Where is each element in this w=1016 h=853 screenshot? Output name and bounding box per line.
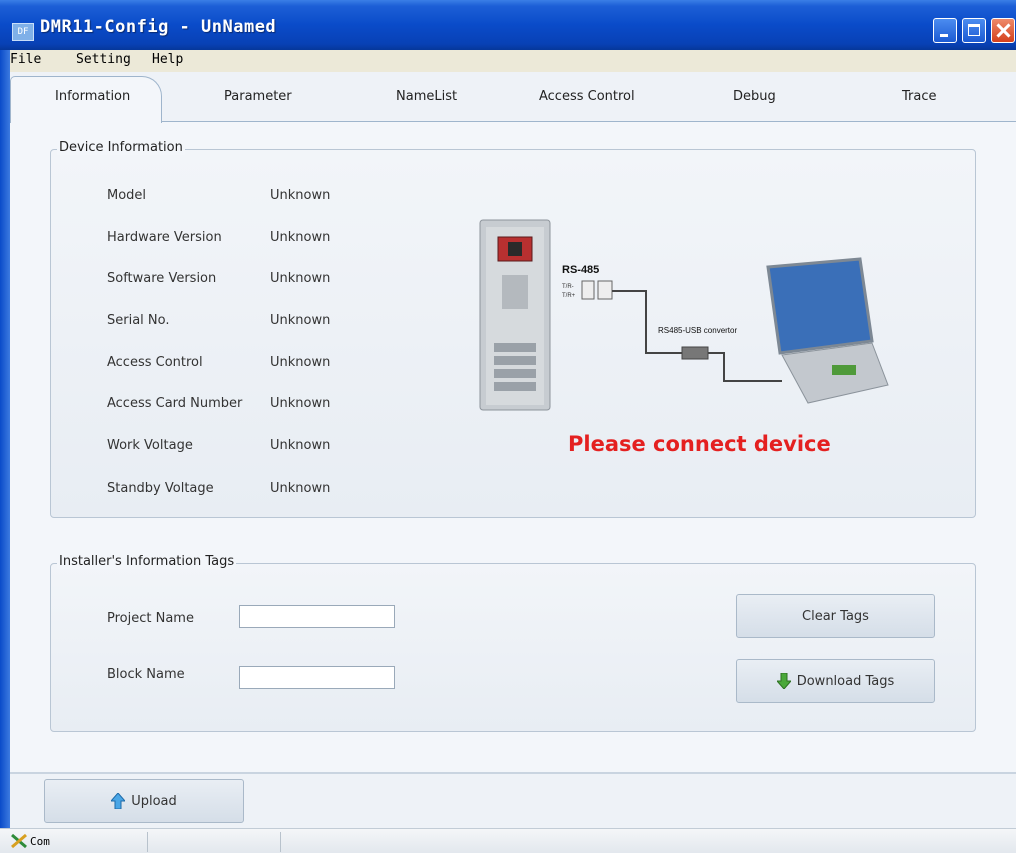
model-label: Model [107,188,147,203]
clear-tags-button[interactable]: Clear Tags [736,594,935,638]
tab-trace[interactable]: Trace [902,89,937,104]
hardware-version-value: Unknown [270,230,331,245]
maximize-button[interactable] [962,18,986,43]
software-version-label: Software Version [107,271,217,286]
close-button[interactable] [991,18,1015,43]
tab-debug[interactable]: Debug [733,89,776,104]
status-separator [280,832,281,852]
upload-button[interactable]: Upload [44,779,244,823]
laptop-image [766,257,889,404]
project-name-label: Project Name [107,611,194,626]
tab-strip: Information Parameter NameList Access Co… [10,75,1016,121]
standby-voltage-label: Standby Voltage [107,481,214,496]
block-name-label: Block Name [107,667,185,682]
model-value: Unknown [270,188,331,203]
app-window: DF DMR11-Config - UnNamed File Setting H… [0,0,1016,853]
download-tags-label: Download Tags [796,673,895,689]
arrow-up-icon [111,793,126,809]
serial-no-label: Serial No. [107,313,170,328]
converter-label: RS485-USB convertor [658,326,737,335]
menu-file[interactable]: File [10,52,41,67]
menu-help[interactable]: Help [152,52,183,67]
window-border [0,50,10,830]
installer-tags-title: Installer's Information Tags [57,554,237,569]
rs485-label: RS-485 [562,264,599,276]
access-control-label: Access Control [107,355,203,370]
work-voltage-label: Work Voltage [107,438,193,453]
connect-device-warning: Please connect device [568,432,831,456]
project-name-input[interactable] [239,605,395,628]
work-voltage-value: Unknown [270,438,331,453]
door-panel-image [479,219,551,411]
access-card-number-value: Unknown [270,396,331,411]
window-title: DMR11-Config - UnNamed [40,17,277,37]
tr-minus-label: T/R- [562,284,574,290]
standby-voltage-value: Unknown [270,481,331,496]
tab-parameter[interactable]: Parameter [224,89,292,104]
installer-tags-group: Installer's Information Tags [50,554,976,732]
block-name-input[interactable] [239,666,395,689]
status-port: Com [30,835,50,848]
divider [10,772,1016,774]
access-control-value: Unknown [270,355,331,370]
clear-tags-label: Clear Tags [802,608,869,624]
access-card-number-label: Access Card Number [107,396,243,411]
serial-no-value: Unknown [270,313,331,328]
title-bar[interactable]: DF DMR11-Config - UnNamed [0,0,1016,50]
connection-status-icon [11,833,27,849]
download-tags-button[interactable]: Download Tags [736,659,935,703]
connection-diagram: RS-485 T/R- T/R+ RS485-USB convertor [479,219,889,411]
upload-label: Upload [131,793,177,809]
tab-information[interactable]: Information [55,89,130,104]
hardware-version-label: Hardware Version [107,230,222,245]
tr-plus-label: T/R+ [562,293,576,299]
status-separator [147,832,148,852]
device-info-title: Device Information [57,140,185,155]
tab-access-control[interactable]: Access Control [539,89,635,104]
menu-setting[interactable]: Setting [76,52,131,67]
app-icon: DF [12,23,34,41]
status-bar: Com [0,828,1016,853]
arrow-down-icon [776,673,791,689]
tab-namelist[interactable]: NameList [396,89,457,104]
software-version-value: Unknown [270,271,331,286]
minimize-button[interactable] [933,18,957,43]
menu-bar: File Setting Help [0,50,1016,72]
